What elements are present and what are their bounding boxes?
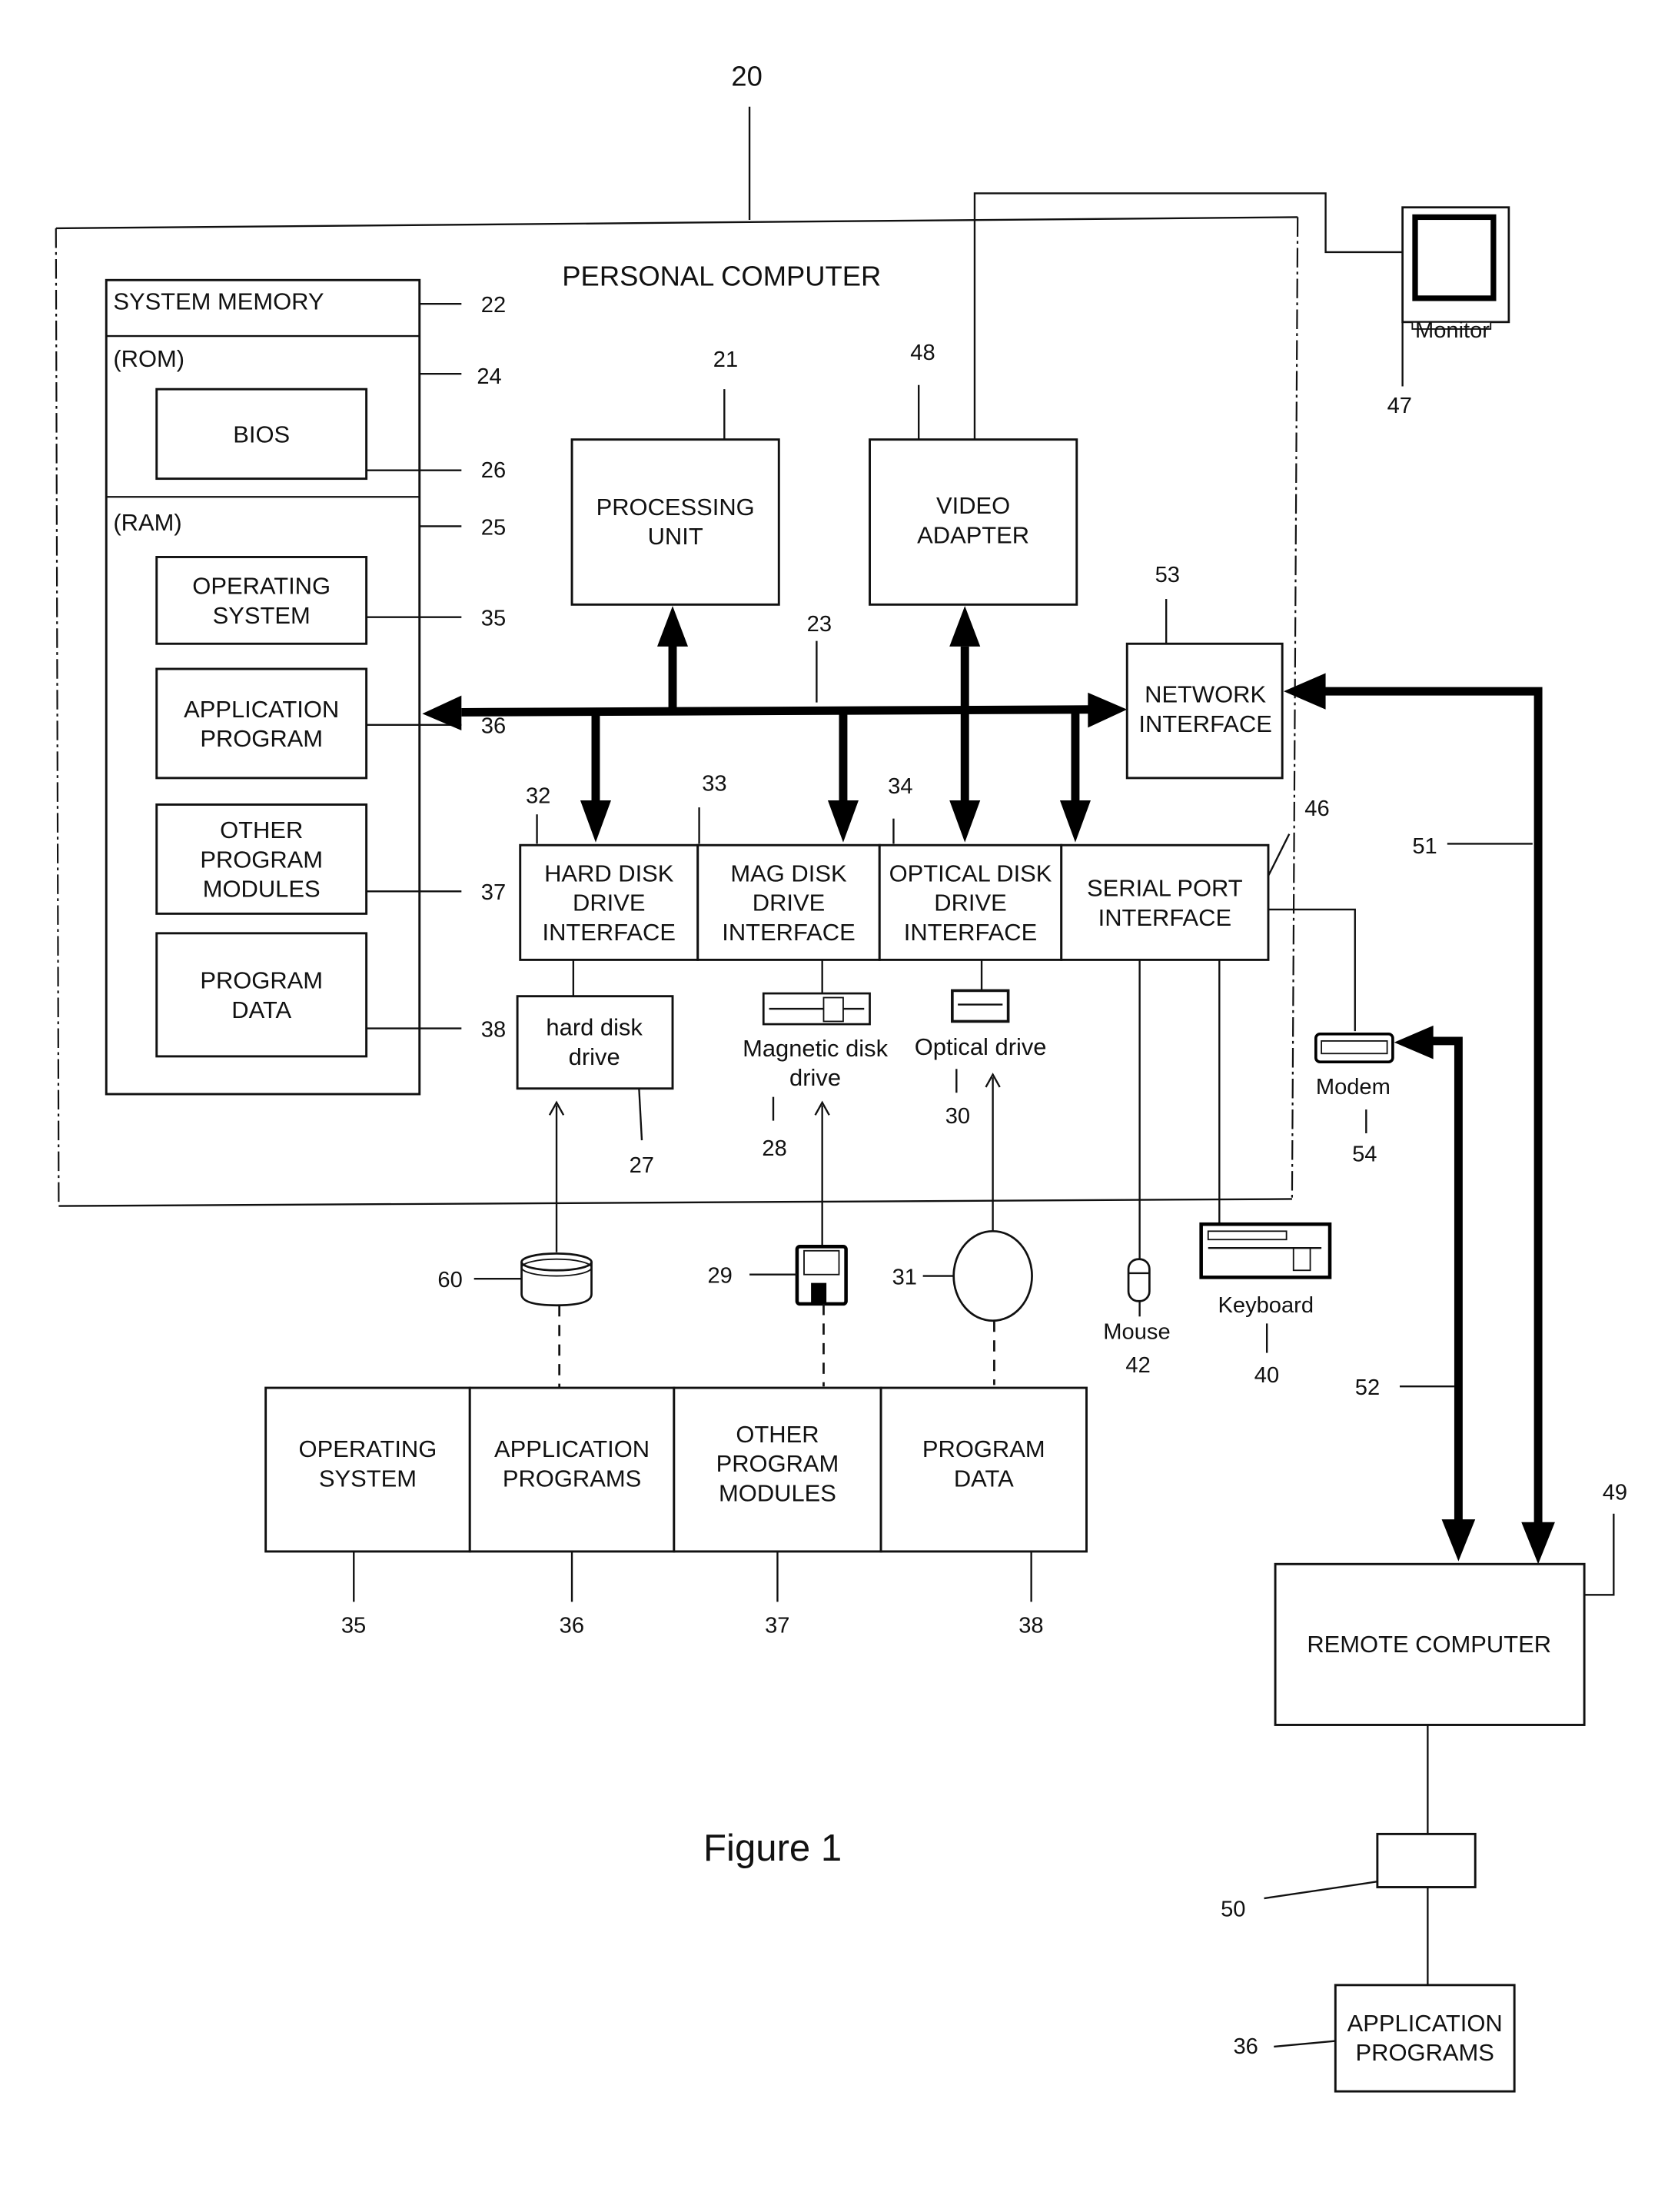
system-memory-label: SYSTEM MEMORY xyxy=(113,288,324,314)
ref-46: 46 xyxy=(1304,797,1329,821)
ref-23: 23 xyxy=(807,612,832,637)
system-memory: SYSTEM MEMORY 22 (ROM) 24 BIOS 26 (RAM) … xyxy=(105,278,506,1096)
stored-program-ref: 35 xyxy=(341,1613,366,1638)
ref-20: 20 xyxy=(731,60,762,91)
ram-item-ref: 38 xyxy=(481,1017,506,1042)
ref-54: 54 xyxy=(1352,1142,1377,1166)
ref-36-remote: 36 xyxy=(1234,2034,1258,2059)
ref-51: 51 xyxy=(1412,834,1437,859)
ram-label: (RAM) xyxy=(113,509,181,536)
optical-drive-icon xyxy=(951,989,1010,1023)
remote-application-programs: APPLICATION PROGRAMS xyxy=(1334,1984,1516,2093)
ram-item-ref: 36 xyxy=(481,714,506,739)
ref-21: 21 xyxy=(713,348,738,372)
ref-31: 31 xyxy=(892,1265,917,1289)
keyboard-icon xyxy=(1199,1222,1332,1279)
ref-22: 22 xyxy=(481,293,506,318)
ref-40: 40 xyxy=(1254,1363,1279,1388)
network-interface: NETWORK INTERFACE 53 xyxy=(1125,563,1284,780)
ref-48: 48 xyxy=(910,341,935,365)
ref-28: 28 xyxy=(762,1136,786,1161)
video-adapter: VIDEO ADAPTER 48 xyxy=(869,341,1078,606)
ram-item: PROGRAM DATA38 xyxy=(155,932,506,1058)
ref-26: 26 xyxy=(481,458,506,483)
stored-program: OPERATING SYSTEM35 xyxy=(264,1386,471,1638)
ref-53: 53 xyxy=(1155,563,1180,587)
mouse-icon xyxy=(1127,1258,1151,1302)
hard-disk-drive: hard disk drive xyxy=(516,995,674,1090)
disk-pack-icon xyxy=(520,1252,593,1307)
processing-unit: PROCESSING UNIT 21 xyxy=(570,348,780,606)
magnetic-disk-drive-label: Magnetic disk drive xyxy=(743,1035,889,1091)
stored-program-ref: 38 xyxy=(1018,1613,1043,1638)
remote-storage xyxy=(1376,1832,1477,1888)
ram-item: OTHER PROGRAM MODULES 37 xyxy=(155,803,506,915)
wan-link xyxy=(1394,1025,1476,1562)
ref-27: 27 xyxy=(630,1153,654,1178)
ref-60: 60 xyxy=(437,1268,462,1292)
drive-interface: HARD DISK DRIVE INTERFACE xyxy=(519,843,699,961)
optical-drive-label: Optical drive xyxy=(915,1033,1047,1060)
patent-figure: 20 PERSONAL COMPUTER SYSTEM MEMORY 22 (R… xyxy=(55,60,1627,2093)
stored-program: PROGRAM DATA38 xyxy=(879,1386,1088,1638)
bios-label: BIOS xyxy=(233,421,290,447)
stored-program-ref: 36 xyxy=(560,1613,584,1638)
drive-interface: OPTICAL DISK DRIVE INTERFACE xyxy=(878,843,1063,961)
modem-icon xyxy=(1314,1032,1394,1064)
ref-24: 24 xyxy=(477,364,501,389)
ram-item-ref: 37 xyxy=(481,880,506,905)
modem-label: Modem xyxy=(1316,1075,1391,1099)
remote-computer: REMOTE COMPUTER xyxy=(1274,1562,1586,1726)
stored-program: APPLICATION PROGRAMS36 xyxy=(468,1386,676,1638)
ref-52: 52 xyxy=(1355,1375,1380,1400)
magnetic-disk-drive-icon xyxy=(762,992,871,1026)
mouse-label: Mouse xyxy=(1103,1319,1170,1344)
ref-47: 47 xyxy=(1387,394,1412,418)
monitor-icon xyxy=(1401,206,1510,330)
drive-interface: MAG DISK DRIVE INTERFACE xyxy=(696,843,881,961)
stored-program-ref: 37 xyxy=(765,1613,789,1638)
ref-42: 42 xyxy=(1125,1353,1150,1378)
floppy-disk-icon xyxy=(795,1245,848,1306)
monitor-label: Monitor xyxy=(1415,318,1490,343)
ram-item-ref: 35 xyxy=(481,607,506,631)
stored-program: OTHER PROGRAM MODULES37 xyxy=(673,1386,882,1638)
ref-34: 34 xyxy=(888,774,912,799)
rom-label: (ROM) xyxy=(113,345,184,372)
ref-33: 33 xyxy=(702,771,726,796)
monitor-cable xyxy=(973,192,1403,440)
ref-32: 32 xyxy=(526,784,550,809)
ref-25: 25 xyxy=(481,515,506,540)
keyboard-label: Keyboard xyxy=(1218,1293,1314,1318)
ref-50: 50 xyxy=(1221,1898,1245,1922)
ref-49: 49 xyxy=(1603,1481,1627,1505)
ram-item: OPERATING SYSTEM 35 xyxy=(155,556,506,645)
ref-30: 30 xyxy=(945,1104,970,1129)
stored-programs: OPERATING SYSTEM35APPLICATION PROGRAMS36OT… xyxy=(264,1386,1088,1638)
ref-29: 29 xyxy=(707,1264,732,1289)
figure-caption: Figure 1 xyxy=(703,1828,842,1869)
drive-interface: SERIAL PORT INTERFACE xyxy=(1060,843,1270,961)
svg-text:REMOTE COMPUTER: REMOTE COMPUTER xyxy=(1307,1631,1551,1658)
personal-computer-title: PERSONAL COMPUTER xyxy=(562,261,881,292)
drive-interfaces: HARD DISK DRIVE INTERFACEMAG DISK DRIVE INTE… xyxy=(519,843,1270,961)
optical-disc-icon xyxy=(952,1229,1033,1322)
